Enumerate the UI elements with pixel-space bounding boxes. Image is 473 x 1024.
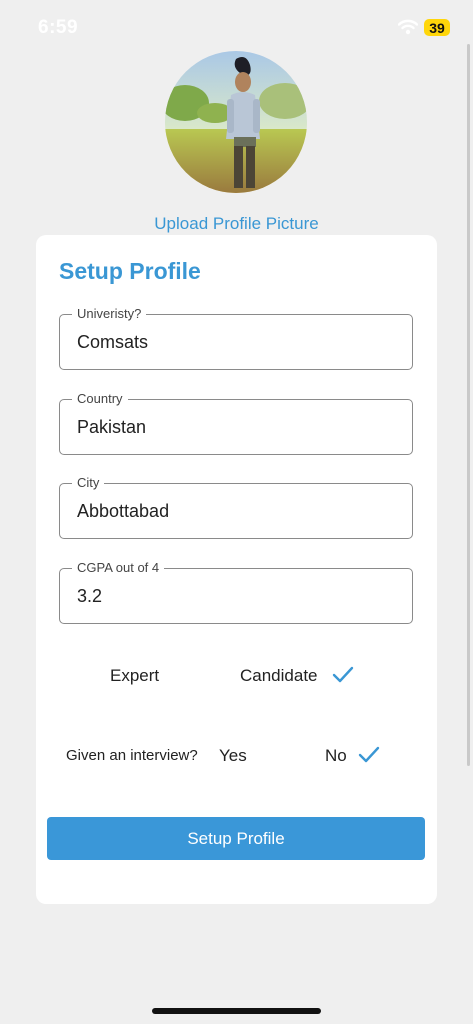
university-input[interactable] — [77, 315, 397, 369]
scrollbar[interactable] — [467, 44, 470, 766]
role-option-expert[interactable]: Expert — [110, 666, 159, 686]
setup-profile-card: Setup Profile Univeristy? Country City C… — [36, 235, 437, 904]
check-icon — [332, 666, 354, 683]
country-field[interactable]: Country — [59, 391, 413, 455]
form-title: Setup Profile — [59, 258, 201, 284]
city-field[interactable]: City — [59, 475, 413, 539]
setup-profile-button[interactable]: Setup Profile — [47, 817, 425, 860]
university-field[interactable]: Univeristy? — [59, 306, 413, 370]
interview-option-no[interactable]: No — [325, 746, 347, 766]
upload-profile-picture-link[interactable]: Upload Profile Picture — [0, 214, 473, 234]
cgpa-field[interactable]: CGPA out of 4 — [59, 560, 413, 624]
city-input[interactable] — [77, 484, 397, 538]
battery-indicator: 39 — [424, 19, 450, 36]
check-icon — [358, 746, 380, 763]
home-indicator[interactable] — [152, 1008, 321, 1014]
status-time: 6:59 — [38, 17, 79, 38]
interview-prompt: Given an interview? — [66, 747, 198, 764]
status-bar: 6:59 39 — [0, 0, 473, 56]
wifi-icon — [398, 19, 418, 35]
profile-avatar[interactable] — [165, 51, 307, 193]
cgpa-input[interactable] — [77, 569, 397, 623]
avatar-photo — [165, 51, 307, 193]
country-input[interactable] — [77, 400, 397, 454]
interview-option-yes[interactable]: Yes — [219, 746, 247, 766]
role-option-candidate[interactable]: Candidate — [240, 666, 318, 686]
